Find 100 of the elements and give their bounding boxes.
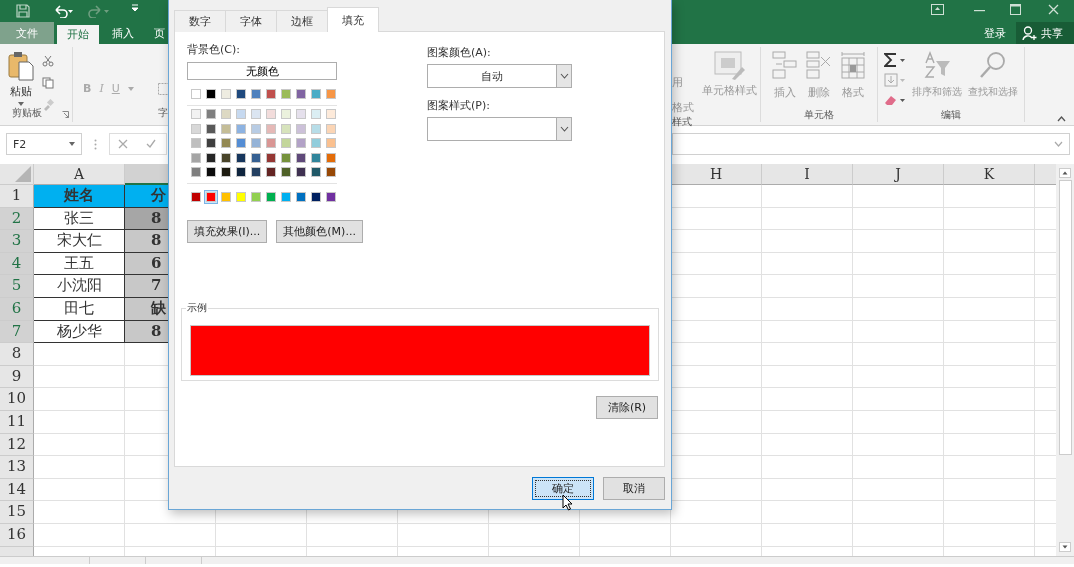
color-swatch[interactable] (191, 89, 201, 99)
save-icon[interactable] (16, 4, 30, 18)
color-swatch[interactable] (191, 109, 201, 120)
color-swatch[interactable] (311, 89, 321, 99)
color-swatch[interactable] (266, 109, 276, 120)
row-header[interactable]: 4 (0, 252, 34, 276)
dialog-tab[interactable]: 字体 (225, 10, 277, 32)
dialog-tab[interactable]: 边框 (276, 10, 328, 32)
customize-icon[interactable] (131, 4, 139, 12)
color-swatch[interactable] (236, 166, 246, 177)
ribbon-tab[interactable]: 插入 (102, 22, 144, 44)
color-swatch[interactable] (236, 89, 246, 99)
color-swatch[interactable] (221, 152, 231, 163)
color-swatch[interactable] (266, 138, 276, 149)
color-swatch[interactable] (266, 152, 276, 163)
row-header[interactable]: 13 (0, 456, 34, 479)
color-swatch[interactable] (221, 123, 231, 134)
color-swatch[interactable] (326, 123, 336, 134)
color-swatch[interactable] (296, 138, 306, 149)
color-swatch[interactable] (326, 152, 336, 163)
color-swatch[interactable] (236, 152, 246, 163)
ribbon-display-icon[interactable] (931, 4, 944, 15)
color-swatch[interactable] (251, 166, 261, 177)
row-header[interactable]: 8 (0, 343, 34, 366)
row-header[interactable]: 15 (0, 501, 34, 524)
color-swatch[interactable] (266, 123, 276, 134)
column-header[interactable]: I (762, 164, 853, 185)
copy-icon[interactable] (42, 77, 54, 89)
check-icon[interactable] (146, 139, 156, 149)
color-swatch[interactable] (281, 138, 291, 149)
row-header[interactable]: 14 (0, 478, 34, 502)
row-header[interactable]: 16 (0, 523, 34, 547)
color-swatch[interactable] (221, 89, 231, 99)
color-swatch[interactable] (326, 138, 336, 149)
pattern-style-dropdown[interactable] (427, 117, 572, 141)
color-swatch[interactable] (311, 138, 321, 149)
color-swatch[interactable] (236, 138, 246, 149)
column-header[interactable]: K (944, 164, 1035, 185)
color-swatch[interactable] (266, 166, 276, 177)
color-swatch[interactable] (221, 138, 231, 149)
vertical-scrollbar[interactable] (1056, 164, 1074, 556)
column-header[interactable]: J (853, 164, 944, 185)
sign-in-link[interactable]: 登录 (984, 22, 1006, 44)
maximize-icon[interactable] (1010, 4, 1021, 15)
color-swatch[interactable] (266, 89, 276, 99)
color-swatch[interactable] (236, 109, 246, 120)
redo-icon[interactable] (88, 4, 110, 18)
row-header[interactable]: 7 (0, 320, 34, 344)
pattern-color-dropdown[interactable]: 自动 (427, 64, 572, 88)
color-swatch[interactable] (191, 138, 201, 149)
scroll-thumb[interactable] (1058, 180, 1072, 455)
color-swatch[interactable] (206, 138, 216, 149)
cancel-icon[interactable] (118, 139, 128, 149)
color-swatch[interactable] (311, 109, 321, 120)
sum-icon[interactable] (884, 53, 906, 67)
color-swatch[interactable] (326, 89, 336, 99)
collapse-ribbon-icon[interactable] (1057, 116, 1066, 122)
color-swatch[interactable] (206, 123, 216, 134)
color-swatch[interactable] (326, 109, 336, 120)
close-icon[interactable] (1048, 4, 1059, 15)
paste-button[interactable]: 粘贴 (8, 51, 34, 106)
cancel-button[interactable]: 取消 (603, 477, 665, 500)
row-header[interactable]: 12 (0, 433, 34, 457)
color-swatch[interactable] (281, 123, 291, 134)
scroll-down-icon[interactable] (1059, 542, 1071, 552)
color-swatch[interactable] (281, 152, 291, 163)
share-button[interactable]: 共享 (1016, 22, 1074, 44)
color-swatch[interactable] (281, 89, 291, 99)
color-swatch[interactable] (191, 166, 201, 177)
color-swatch[interactable] (191, 123, 201, 134)
row-header[interactable]: 1 (0, 185, 34, 208)
expand-icon[interactable] (1054, 141, 1063, 147)
row-header[interactable]: 11 (0, 410, 34, 434)
color-swatch[interactable] (296, 166, 306, 177)
color-swatch[interactable] (296, 152, 306, 163)
color-swatch[interactable] (221, 166, 231, 177)
scissors-icon[interactable] (42, 55, 54, 67)
color-swatch[interactable] (311, 152, 321, 163)
border-icon[interactable] (157, 82, 170, 95)
color-swatch[interactable] (251, 109, 261, 120)
fill-effects-button[interactable]: 填充效果(I)... (187, 219, 268, 243)
color-swatch[interactable] (206, 89, 216, 99)
color-swatch[interactable] (221, 109, 231, 120)
color-swatch[interactable] (206, 166, 216, 177)
name-box[interactable]: F2 (6, 133, 82, 155)
color-swatch[interactable] (311, 123, 321, 134)
color-swatch[interactable] (191, 152, 201, 163)
caret-icon[interactable] (127, 86, 134, 91)
minimize-icon[interactable] (974, 10, 985, 12)
select-all-corner[interactable] (0, 164, 34, 185)
scroll-up-icon[interactable] (1059, 168, 1071, 178)
color-swatch[interactable] (251, 89, 261, 99)
column-header[interactable]: A (34, 164, 125, 185)
ribbon-tab[interactable]: 开始 (57, 25, 99, 44)
row-header[interactable]: 10 (0, 388, 34, 411)
row-header[interactable]: 3 (0, 230, 34, 253)
color-swatch[interactable] (296, 123, 306, 134)
column-header[interactable]: H (671, 164, 762, 185)
fill-down-icon[interactable] (884, 73, 906, 87)
undo-icon[interactable] (52, 4, 74, 18)
